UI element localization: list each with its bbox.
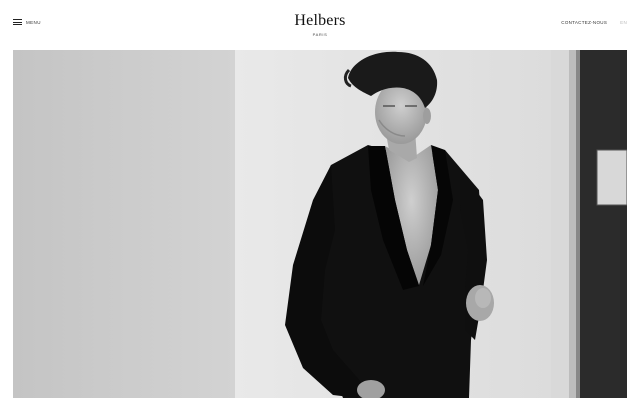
brand-name: Helbers — [294, 12, 346, 29]
hero-image — [13, 50, 627, 398]
brand-city: PARIS — [312, 32, 328, 37]
hero-photo — [13, 50, 627, 398]
page: MENU Helbers PARIS CONTACTEZ-NOUS EN — [0, 0, 640, 412]
site-header: MENU Helbers PARIS CONTACTEZ-NOUS EN — [0, 0, 640, 50]
brand-logo[interactable]: Helbers PARIS — [0, 12, 640, 37]
header-right-nav: CONTACTEZ-NOUS EN — [561, 20, 627, 25]
language-switch[interactable]: EN — [620, 20, 627, 25]
contact-link[interactable]: CONTACTEZ-NOUS — [561, 20, 607, 25]
